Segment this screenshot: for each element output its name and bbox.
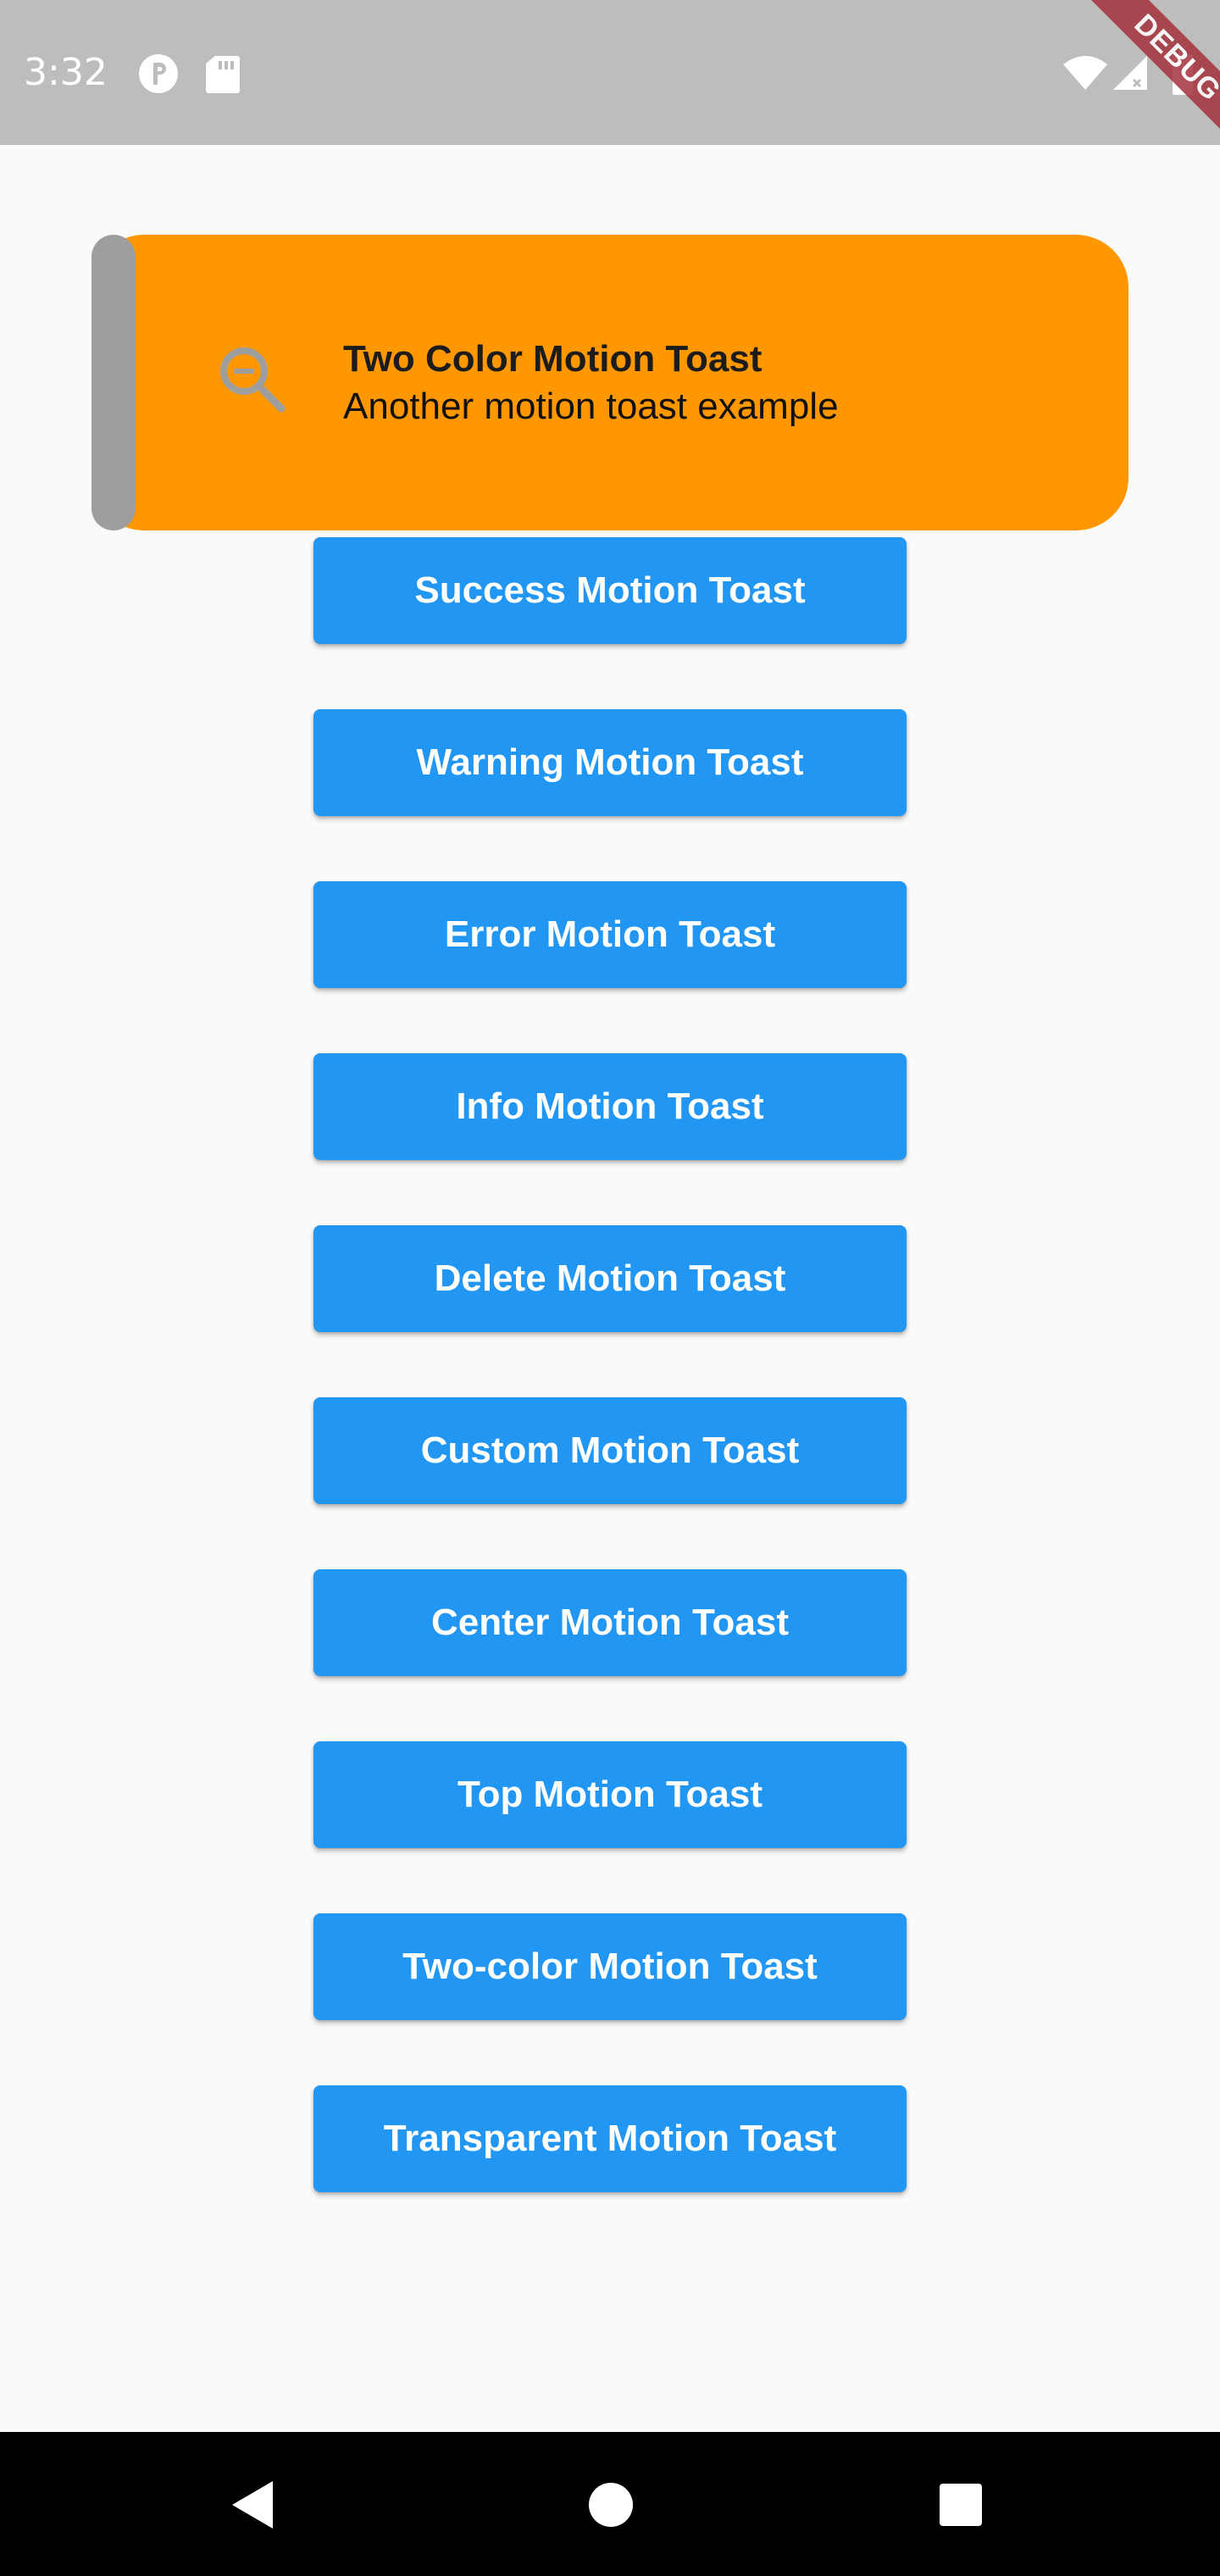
top-motion-toast-button[interactable]: Top Motion Toast: [313, 1741, 907, 1848]
transparent-motion-toast-button[interactable]: Transparent Motion Toast: [313, 2085, 907, 2192]
error-motion-toast-button[interactable]: Error Motion Toast: [313, 881, 907, 988]
zoom-out-icon: [220, 347, 286, 413]
sd-card-icon: [206, 56, 240, 93]
home-icon[interactable]: [587, 2481, 635, 2529]
toast-title: Two Color Motion Toast: [343, 338, 762, 380]
back-icon[interactable]: [229, 2478, 276, 2532]
delete-motion-toast-button[interactable]: Delete Motion Toast: [313, 1225, 907, 1332]
status-time: 3:32: [24, 51, 108, 94]
toast-description: Another motion toast example: [343, 386, 839, 427]
recents-icon[interactable]: [939, 2483, 983, 2527]
debug-banner: DEBUG: [1073, 0, 1220, 163]
two-color-motion-toast-button[interactable]: Two-color Motion Toast: [313, 1913, 907, 2020]
info-motion-toast-button[interactable]: Info Motion Toast: [313, 1053, 907, 1160]
success-motion-toast-button[interactable]: Success Motion Toast: [313, 537, 907, 644]
toast-side-bar: [92, 235, 136, 530]
center-motion-toast-button[interactable]: Center Motion Toast: [313, 1569, 907, 1676]
status-bar: 3:32 DEBUG: [0, 0, 1220, 163]
notification-p-icon: [139, 54, 178, 93]
debug-banner-container: DEBUG: [1034, 0, 1220, 186]
warning-motion-toast-button[interactable]: Warning Motion Toast: [313, 709, 907, 816]
custom-motion-toast-button[interactable]: Custom Motion Toast: [313, 1397, 907, 1504]
